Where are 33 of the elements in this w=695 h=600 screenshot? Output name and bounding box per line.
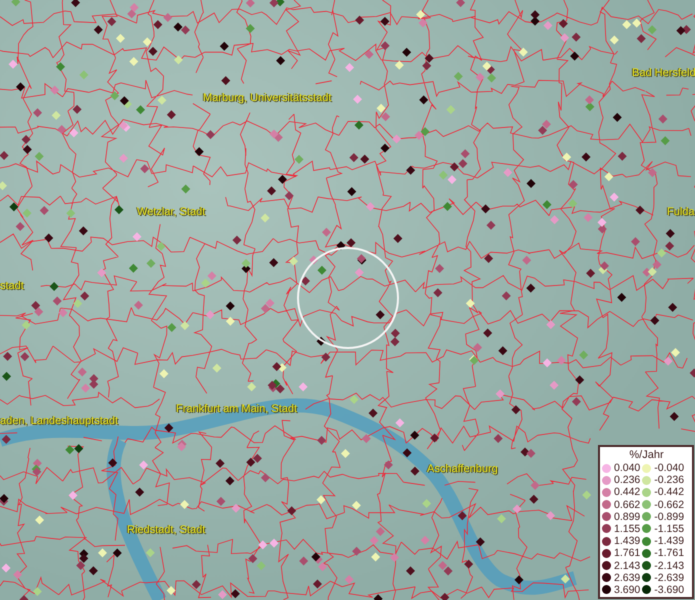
place-label: Frankfurt am Main, Stadt xyxy=(176,402,298,417)
legend-value: 0.899 xyxy=(614,510,640,523)
legend-value: -1.439 xyxy=(654,535,684,548)
place-label: stadt xyxy=(0,279,24,294)
place-label: Bad Hersfeld xyxy=(632,66,695,81)
legend-value: 1.439 xyxy=(614,535,640,548)
legend-title: %/Jahr xyxy=(628,448,665,462)
legend-value: -0.040 xyxy=(654,462,684,474)
place-label: Aschaffenburg xyxy=(427,462,498,477)
legend-value: -0.662 xyxy=(654,498,684,511)
legend-value: -0.442 xyxy=(654,486,684,498)
legend-value: 2.639 xyxy=(614,572,640,584)
place-label: Riedstadt, Stadt xyxy=(127,523,206,538)
legend-value: -2.143 xyxy=(654,560,684,572)
selection-circle[interactable] xyxy=(297,247,399,349)
place-label: Fulda xyxy=(667,205,695,220)
legend-value: 0.236 xyxy=(614,474,640,486)
legend-value: -0.236 xyxy=(654,474,684,486)
legend-value: -2.639 xyxy=(654,572,684,584)
place-label: Marburg, Universitätsstadt xyxy=(203,91,332,106)
legend-value: 0.442 xyxy=(614,486,640,498)
legend-value: -0.899 xyxy=(654,510,684,523)
legend-value: 2.143 xyxy=(614,560,640,572)
legend-value: -1.761 xyxy=(654,547,684,560)
legend-value: -3.690 xyxy=(654,584,684,596)
legend-value: 0.662 xyxy=(614,498,640,511)
place-label: aden, Landeshauptstadt xyxy=(0,414,118,429)
legend-value: 0.040 xyxy=(614,462,640,474)
legend-value: 1.761 xyxy=(614,547,640,560)
legend-value: 1.155 xyxy=(614,522,640,535)
legend-value: -1.155 xyxy=(654,522,684,535)
place-label: Wetzlar, Stadt xyxy=(137,205,206,220)
legend-value: 3.690 xyxy=(614,584,640,596)
